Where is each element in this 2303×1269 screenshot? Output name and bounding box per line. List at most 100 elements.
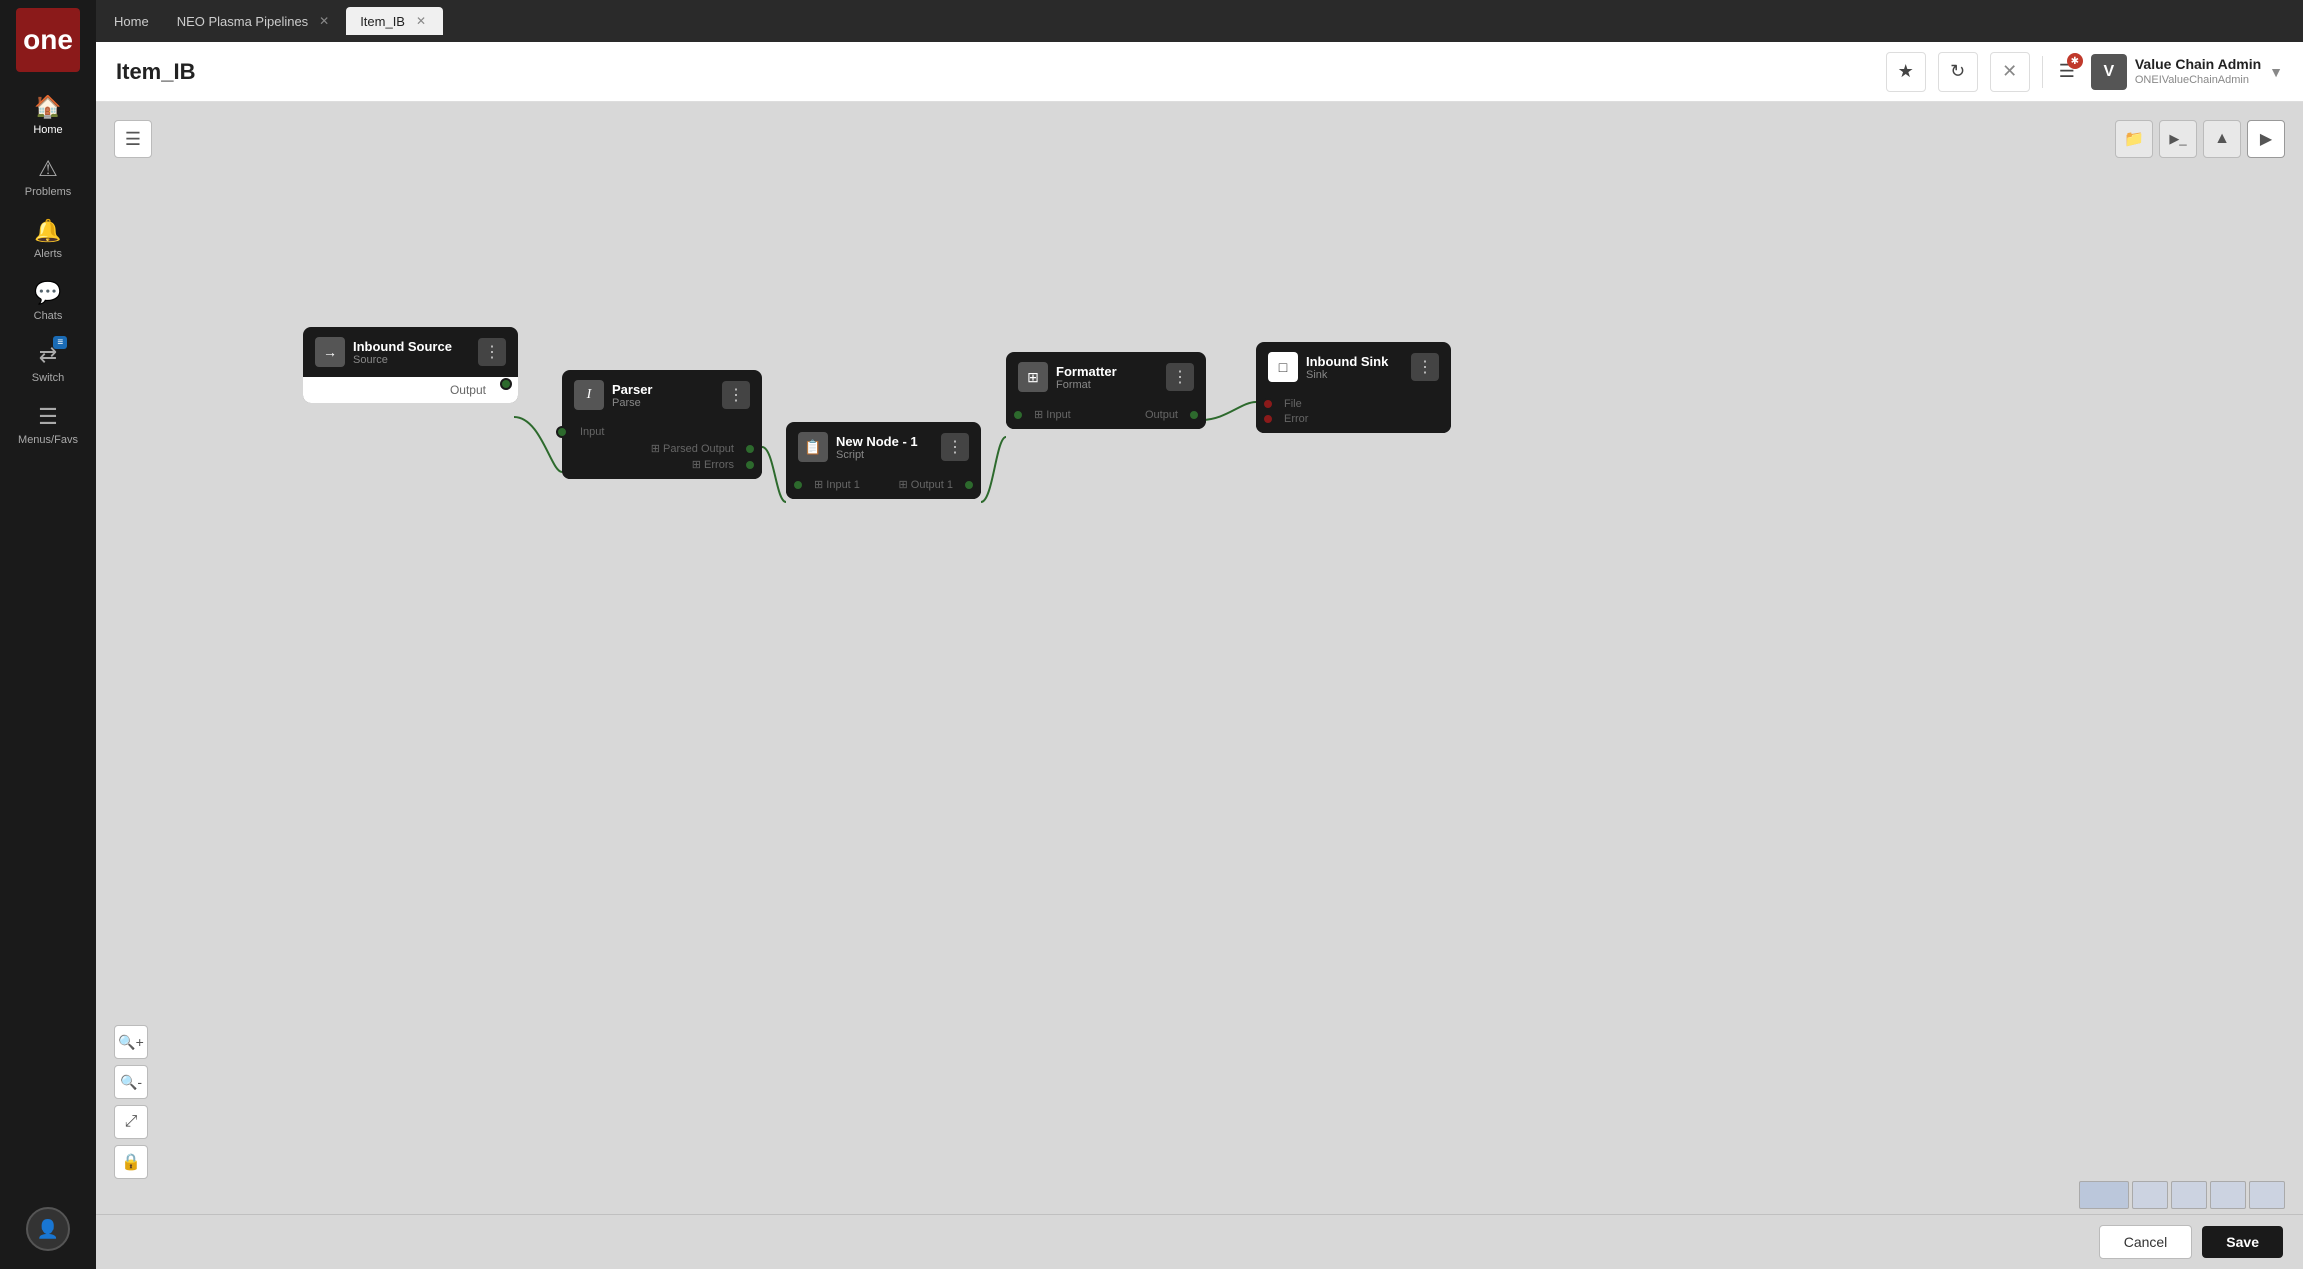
tab-bar: Home NEO Plasma Pipelines ✕ Item_IB ✕	[96, 0, 2303, 42]
new-node-ports: ⊞ Input 1 ⊞ Output 1	[786, 472, 981, 499]
header-divider	[2042, 56, 2043, 88]
node-inbound-sink-header: □ Inbound Sink Sink ⋮	[1256, 342, 1451, 392]
new-node-title: New Node - 1	[836, 434, 933, 449]
mountain-tool-button[interactable]: ▲	[2203, 120, 2241, 158]
user-avatar: V	[2091, 54, 2127, 90]
tab-neo-plasma-close[interactable]: ✕	[316, 13, 332, 29]
parser-title: Parser	[612, 382, 714, 397]
new-node-output-label: ⊞ Output 1	[899, 478, 953, 491]
new-node-menu[interactable]: ⋮	[941, 433, 969, 461]
inbound-sink-ports: File Error	[1256, 392, 1451, 433]
formatter-input-port[interactable]	[1012, 409, 1024, 421]
mini-map-block-4	[2210, 1181, 2246, 1209]
cancel-button[interactable]: Cancel	[2099, 1225, 2193, 1259]
fit-button[interactable]: ⤢	[114, 1105, 148, 1139]
parser-input-port[interactable]	[556, 426, 568, 438]
formatter-output-label: Output	[1145, 409, 1178, 421]
sidebar-label-problems: Problems	[25, 186, 71, 198]
node-parser: I Parser Parse ⋮ Input ⊞ Parsed Ou	[562, 370, 762, 479]
lock-button[interactable]: 🔒	[114, 1145, 148, 1179]
node-inbound-sink: □ Inbound Sink Sink ⋮ File Error	[1256, 342, 1451, 433]
page-title: Item_IB	[116, 59, 1874, 85]
tab-neo-plasma-label: NEO Plasma Pipelines	[177, 14, 309, 29]
new-node-output-port[interactable]	[963, 479, 975, 491]
sidebar-bottom: 👤	[22, 1197, 74, 1261]
parser-ports: Input ⊞ Parsed Output ⊞ Errors	[562, 420, 762, 479]
parser-parsed-output-port[interactable]	[744, 443, 756, 455]
mini-map-block-3	[2171, 1181, 2207, 1209]
sidebar-item-chats[interactable]: 💬 Chats	[0, 270, 96, 332]
inbound-sink-subtitle: Sink	[1306, 369, 1403, 381]
sidebar-item-problems[interactable]: ⚠ Problems	[0, 146, 96, 208]
inbound-sink-title: Inbound Sink	[1306, 354, 1403, 369]
inbound-source-icon: →	[315, 337, 345, 367]
user-name: Value Chain Admin	[2135, 55, 2261, 73]
save-button[interactable]: Save	[2202, 1226, 2283, 1258]
inbound-source-output-port[interactable]	[500, 378, 512, 390]
parser-subtitle: Parse	[612, 397, 714, 409]
tab-home-label: Home	[114, 14, 149, 29]
parser-errors-label: ⊞ Errors	[692, 458, 734, 471]
node-parser-header: I Parser Parse ⋮	[562, 370, 762, 420]
formatter-menu[interactable]: ⋮	[1166, 363, 1194, 391]
sidebar: one 🏠 Home ⚠ Problems 🔔 Alerts 💬 Chats ⇄…	[0, 0, 96, 1269]
inbound-sink-error-port[interactable]	[1262, 413, 1274, 425]
parser-icon: I	[574, 380, 604, 410]
user-section[interactable]: V Value Chain Admin ONEIValueChainAdmin …	[2091, 54, 2283, 90]
inbound-sink-file-label: File	[1284, 398, 1302, 410]
new-node-icon: 📋	[798, 432, 828, 462]
page-header: Item_IB ★ ↻ ✕ ☰ ✱ V Value Chain Admin ON…	[96, 42, 2303, 102]
new-node-input-port[interactable]	[792, 479, 804, 491]
connections-svg	[96, 102, 2303, 1214]
user-dropdown-arrow[interactable]: ▼	[2269, 64, 2283, 80]
inbound-sink-file-port[interactable]	[1262, 398, 1274, 410]
inbound-source-menu[interactable]: ⋮	[478, 338, 506, 366]
mini-map-block-5	[2249, 1181, 2285, 1209]
tab-home[interactable]: Home	[100, 8, 163, 35]
canvas-toolbar-right: 📁 ▶_ ▲ ▶	[2115, 120, 2285, 158]
main-content: Home NEO Plasma Pipelines ✕ Item_IB ✕ It…	[96, 0, 2303, 1269]
parser-input-label: Input	[580, 426, 604, 438]
sidebar-item-alerts[interactable]: 🔔 Alerts	[0, 208, 96, 270]
sidebar-item-home[interactable]: 🏠 Home	[0, 84, 96, 146]
user-info: Value Chain Admin ONEIValueChainAdmin	[2135, 55, 2261, 87]
formatter-title: Formatter	[1056, 364, 1158, 379]
tab-item-ib-label: Item_IB	[360, 14, 405, 29]
star-button[interactable]: ★	[1886, 52, 1926, 92]
formatter-input-label: ⊞ Input	[1034, 408, 1071, 421]
folder-tool-button[interactable]: 📁	[2115, 120, 2153, 158]
close-button[interactable]: ✕	[1990, 52, 2030, 92]
sidebar-item-menus-favs[interactable]: ☰ Menus/Favs	[0, 394, 96, 456]
user-avatar-bottom[interactable]: 👤	[26, 1207, 70, 1251]
menus-icon: ☰	[38, 404, 58, 430]
inbound-sink-menu[interactable]: ⋮	[1411, 353, 1439, 381]
inbound-source-output-label: Output	[450, 383, 486, 397]
run-tool-button[interactable]: ▶	[2247, 120, 2285, 158]
parser-menu[interactable]: ⋮	[722, 381, 750, 409]
formatter-icon: ⊞	[1018, 362, 1048, 392]
zoom-out-button[interactable]: 🔍-	[114, 1065, 148, 1099]
parser-errors-port[interactable]	[744, 459, 756, 471]
problems-icon: ⚠	[38, 156, 58, 182]
avatar-icon: 👤	[37, 1219, 59, 1240]
zoom-controls: 🔍+ 🔍- ⤢ 🔒	[114, 1025, 148, 1179]
terminal-tool-button[interactable]: ▶_	[2159, 120, 2197, 158]
formatter-output-port[interactable]	[1188, 409, 1200, 421]
tab-neo-plasma[interactable]: NEO Plasma Pipelines ✕	[163, 7, 347, 35]
pipeline-canvas-area: ☰ 📁 ▶_ ▲ ▶ →	[96, 102, 2303, 1269]
home-icon: 🏠	[34, 94, 61, 120]
mini-map-block-2	[2132, 1181, 2168, 1209]
zoom-in-button[interactable]: 🔍+	[114, 1025, 148, 1059]
app-logo[interactable]: one	[16, 8, 80, 72]
list-view-button[interactable]: ☰	[114, 120, 152, 158]
inbound-source-subtitle: Source	[353, 354, 470, 366]
tab-item-ib-close[interactable]: ✕	[413, 13, 429, 29]
refresh-button[interactable]: ↻	[1938, 52, 1978, 92]
sidebar-label-switch: Switch	[32, 372, 64, 384]
new-node-input-label: ⊞ Input 1	[814, 478, 860, 491]
tab-item-ib[interactable]: Item_IB ✕	[346, 7, 443, 35]
sidebar-label-home: Home	[33, 124, 62, 136]
menu-button[interactable]: ☰ ✱	[2055, 57, 2079, 86]
sidebar-item-switch[interactable]: ⇄ ≡ Switch	[0, 332, 96, 394]
alerts-icon: 🔔	[34, 218, 61, 244]
